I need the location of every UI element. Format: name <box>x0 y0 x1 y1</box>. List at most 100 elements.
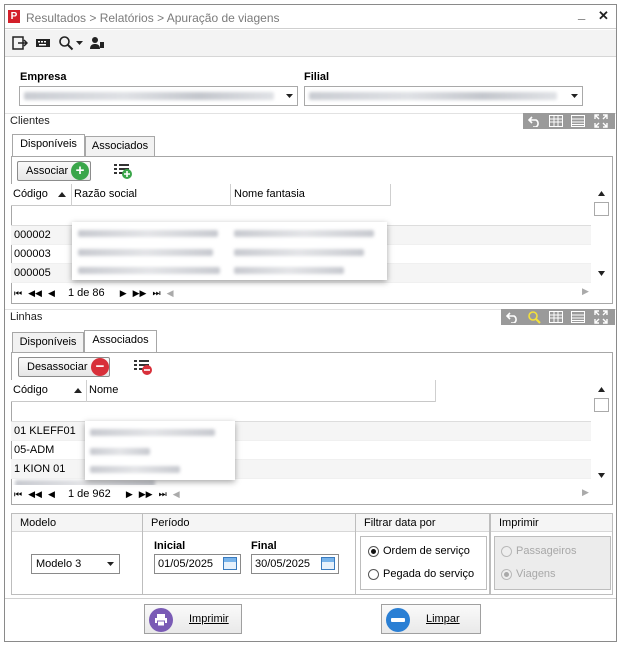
final-label: Final <box>251 540 277 552</box>
remove-all-icon[interactable] <box>133 358 153 376</box>
radio-ordem-servico[interactable] <box>368 546 379 557</box>
next-page-icon[interactable]: ▶ <box>126 486 133 502</box>
list-view-icon[interactable] <box>571 115 585 127</box>
col-nome[interactable]: Nome <box>89 384 118 396</box>
col-codigo[interactable]: Código <box>13 384 48 396</box>
window-title: Resultados > Relatórios > Apuração de vi… <box>26 11 280 25</box>
imprimir-header: Imprimir <box>491 514 612 532</box>
linhas-vertical-scrollbar[interactable] <box>594 381 610 481</box>
radio-viagens[interactable] <box>501 569 512 580</box>
final-date-input[interactable]: 30/05/2025 <box>251 554 339 574</box>
undo-icon[interactable] <box>528 115 541 127</box>
inicial-date-value: 01/05/2025 <box>158 558 214 570</box>
first-page-icon[interactable]: ⏮ <box>14 285 22 301</box>
imprimir-button-label: Imprimir <box>189 613 229 625</box>
search-icon[interactable] <box>58 35 74 51</box>
scroll-down-icon[interactable] <box>598 473 605 478</box>
linhas-pager: ⏮ ◀◀ ◀ 1 de 962 ▶ ▶▶ ⏭ ◀ <box>14 486 186 502</box>
prev-page-fast-icon[interactable]: ◀◀ <box>28 285 42 301</box>
scroll-left-icon[interactable]: ◀ <box>173 486 180 502</box>
list-view-icon[interactable] <box>571 311 585 323</box>
printer-icon <box>149 608 173 632</box>
search-dropdown-icon[interactable] <box>76 41 83 46</box>
sort-asc-icon <box>74 388 82 393</box>
modelo-selected: Modelo 3 <box>36 558 82 570</box>
user-icon[interactable] <box>89 35 105 51</box>
filial-label: Filial <box>304 71 330 83</box>
scroll-down-icon[interactable] <box>598 271 605 276</box>
scroll-right-icon[interactable]: ▶ <box>582 487 589 498</box>
last-page-icon[interactable]: ⏭ <box>152 285 160 301</box>
clientes-redacted-overlay <box>72 222 387 280</box>
clientes-tab-associados[interactable]: Associados <box>85 136 155 157</box>
undo-icon[interactable] <box>506 311 519 323</box>
linhas-redacted-overlay <box>85 421 235 480</box>
empresa-value-redacted <box>24 92 274 100</box>
prev-page-icon[interactable]: ◀ <box>48 285 55 301</box>
scroll-right-icon[interactable]: ▶ <box>582 286 589 297</box>
clientes-vertical-scrollbar[interactable] <box>594 185 610 281</box>
imprimir-group: Imprimir Passageiros Viagens <box>490 513 613 595</box>
exit-icon[interactable] <box>12 35 28 51</box>
clientes-tab-disponiveis[interactable]: Disponíveis <box>12 134 85 157</box>
linhas-tab-associados[interactable]: Associados <box>84 330 157 353</box>
next-page-icon[interactable]: ▶ <box>120 285 127 301</box>
radio-passageiros[interactable] <box>501 546 512 557</box>
prev-page-fast-icon[interactable]: ◀◀ <box>28 486 42 502</box>
ordem-servico-label[interactable]: Ordem de serviço <box>383 545 470 557</box>
minimize-button[interactable]: _ <box>578 6 585 21</box>
first-page-icon[interactable]: ⏮ <box>14 486 22 502</box>
col-nome-fantasia[interactable]: Nome fantasia <box>234 188 305 200</box>
desassociar-button[interactable]: Desassociar − <box>18 357 110 377</box>
linhas-grid-tools <box>501 309 615 325</box>
columns-icon[interactable] <box>549 311 563 323</box>
radio-pegada-servico[interactable] <box>368 569 379 580</box>
clientes-page-info: 1 de 86 <box>67 287 105 299</box>
imprimir-button[interactable]: Imprimir <box>144 604 242 634</box>
remove-icon: − <box>91 358 109 376</box>
last-page-icon[interactable]: ⏭ <box>159 486 167 502</box>
columns-icon[interactable] <box>549 115 563 127</box>
viagens-label[interactable]: Viagens <box>516 568 556 580</box>
modelo-select[interactable]: Modelo 3 <box>31 554 120 574</box>
next-page-fast-icon[interactable]: ▶▶ <box>133 285 147 301</box>
pegada-servico-label[interactable]: Pegada do serviço <box>383 568 474 580</box>
close-button[interactable]: ✕ <box>598 8 609 24</box>
expand-icon[interactable] <box>594 114 608 128</box>
col-razao-social[interactable]: Razão social <box>74 188 137 200</box>
calendar-icon[interactable] <box>321 557 335 570</box>
periodo-header: Período <box>143 514 355 532</box>
scroll-left-icon[interactable]: ◀ <box>167 285 174 301</box>
scroll-up-icon[interactable] <box>598 191 605 196</box>
filial-value-redacted <box>309 92 557 100</box>
passageiros-label[interactable]: Passageiros <box>516 545 577 557</box>
col-codigo[interactable]: Código <box>13 188 48 200</box>
app-logo-icon: P <box>8 10 20 23</box>
expand-icon[interactable] <box>594 310 608 324</box>
clientes-grid-header: Código Razão social Nome fantasia <box>11 184 391 206</box>
linhas-tab-disponiveis[interactable]: Disponíveis <box>12 332 84 353</box>
column-separator <box>390 184 391 206</box>
scroll-up-icon[interactable] <box>598 387 605 392</box>
prev-page-icon[interactable]: ◀ <box>48 486 55 502</box>
row-codigo: 01 KLEFF01 <box>14 425 76 437</box>
empresa-select[interactable] <box>19 86 298 106</box>
inicial-date-input[interactable]: 01/05/2025 <box>154 554 241 574</box>
linhas-filter-row[interactable] <box>11 403 591 422</box>
next-page-fast-icon[interactable]: ▶▶ <box>139 486 153 502</box>
associar-button[interactable]: Associar + <box>17 161 91 181</box>
add-all-icon[interactable] <box>113 162 133 180</box>
chevron-down-icon <box>107 562 114 566</box>
action-divider <box>5 598 616 599</box>
scroll-thumb[interactable] <box>594 202 609 216</box>
search-icon[interactable] <box>527 310 541 324</box>
keyboard-icon[interactable] <box>35 35 51 51</box>
column-separator <box>230 184 231 206</box>
column-separator <box>86 380 87 402</box>
scroll-thumb[interactable] <box>594 398 609 412</box>
filial-select[interactable] <box>304 86 583 106</box>
limpar-button[interactable]: Limpar <box>381 604 481 634</box>
linhas-page-info: 1 de 962 <box>67 488 111 500</box>
calendar-icon[interactable] <box>223 557 237 570</box>
final-date-value: 30/05/2025 <box>255 558 311 570</box>
